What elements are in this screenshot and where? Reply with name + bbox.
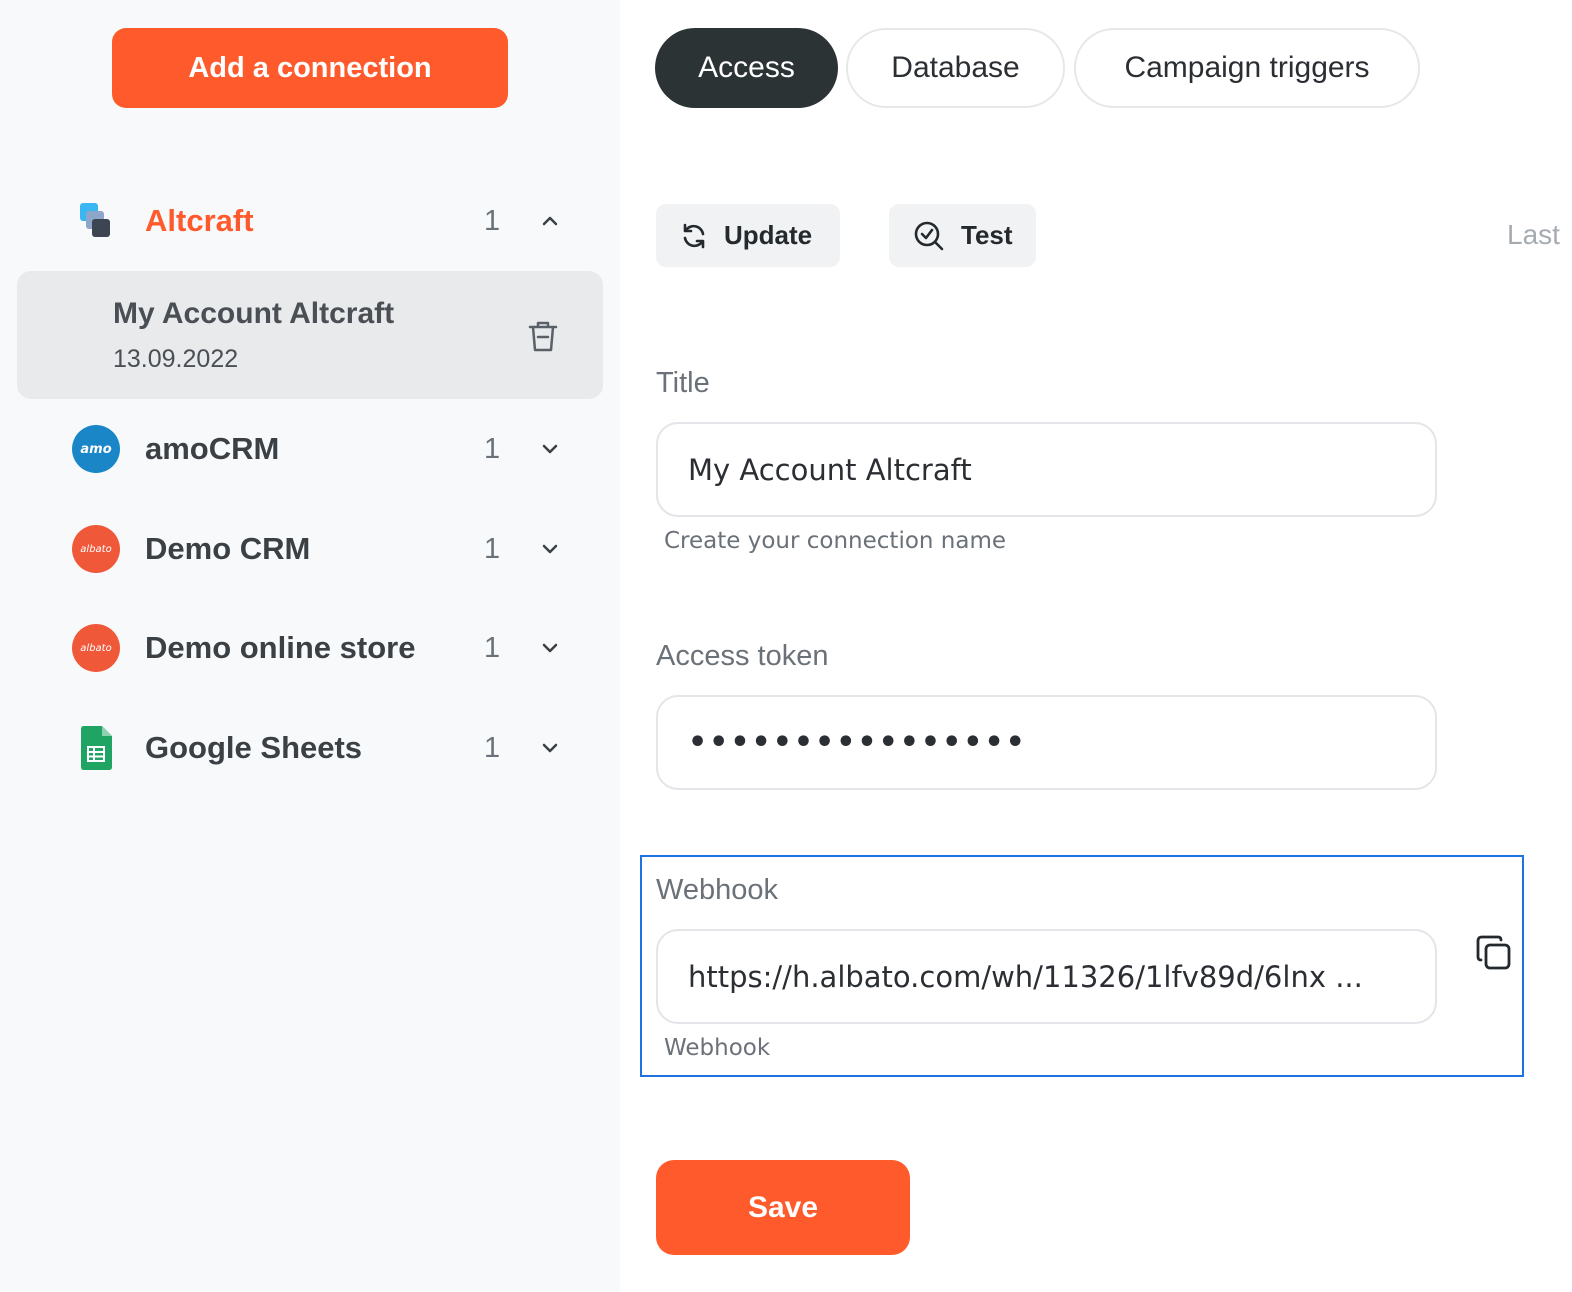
save-button[interactable]: Save	[656, 1160, 910, 1255]
group-amocrm[interactable]: amo amoCRM 1	[72, 419, 572, 479]
chevron-down-icon[interactable]	[538, 437, 562, 461]
title-label: Title	[656, 367, 710, 399]
test-label: Test	[961, 220, 1013, 250]
google-sheets-icon	[72, 724, 120, 772]
refresh-icon	[683, 223, 705, 248]
account-date: 13.09.2022	[113, 345, 239, 373]
group-altcraft[interactable]: Altcraft 1	[72, 191, 572, 251]
group-name: Google Sheets	[145, 730, 363, 765]
account-item-selected[interactable]: My Account Altcraft 13.09.2022	[17, 271, 603, 399]
copy-icon[interactable]	[1475, 934, 1513, 972]
webhook-label: Webhook	[656, 874, 778, 906]
group-count: 1	[484, 731, 501, 764]
group-count: 1	[484, 532, 501, 565]
amocrm-logo-icon: amo	[72, 425, 120, 473]
group-count: 1	[484, 631, 501, 664]
albato-logo-icon: albato	[72, 525, 120, 573]
tab-database[interactable]: Database	[846, 28, 1065, 108]
title-hint: Create your connection name	[664, 528, 1007, 554]
update-button[interactable]: Update	[656, 204, 840, 267]
account-name: My Account Altcraft	[113, 297, 395, 330]
chevron-down-icon[interactable]	[538, 736, 562, 760]
title-input[interactable]	[656, 422, 1437, 517]
group-name: amoCRM	[145, 431, 280, 466]
update-label: Update	[724, 220, 813, 250]
webhook-input[interactable]	[656, 929, 1437, 1024]
group-name: Altcraft	[145, 203, 254, 238]
chevron-down-icon[interactable]	[538, 636, 562, 660]
group-name: Demo CRM	[145, 531, 311, 566]
tab-access[interactable]: Access	[655, 28, 838, 108]
test-button[interactable]: Test	[889, 204, 1036, 267]
trash-icon[interactable]	[527, 319, 559, 353]
chevron-up-icon[interactable]	[538, 209, 562, 233]
tab-campaign-triggers[interactable]: Campaign triggers	[1074, 28, 1420, 108]
group-google-sheets[interactable]: Google Sheets 1	[72, 718, 572, 778]
group-demo-online-store[interactable]: albato Demo online store 1	[72, 618, 572, 678]
group-count: 1	[484, 204, 501, 237]
sidebar: Add a connection Altcraft 1 My Account A…	[0, 0, 620, 1292]
chevron-down-icon[interactable]	[538, 537, 562, 561]
albato-logo-icon: albato	[72, 624, 120, 672]
access-token-input[interactable]	[656, 695, 1437, 790]
group-demo-crm[interactable]: albato Demo CRM 1	[72, 519, 572, 579]
group-count: 1	[484, 432, 501, 465]
group-name: Demo online store	[145, 630, 416, 665]
access-token-label: Access token	[656, 640, 829, 672]
altcraft-logo-icon	[72, 197, 120, 245]
add-connection-button[interactable]: Add a connection	[112, 28, 508, 108]
webhook-hint: Webhook	[664, 1035, 771, 1061]
test-search-check-icon	[914, 221, 944, 250]
last-sync-label: Last	[1507, 219, 1560, 250]
